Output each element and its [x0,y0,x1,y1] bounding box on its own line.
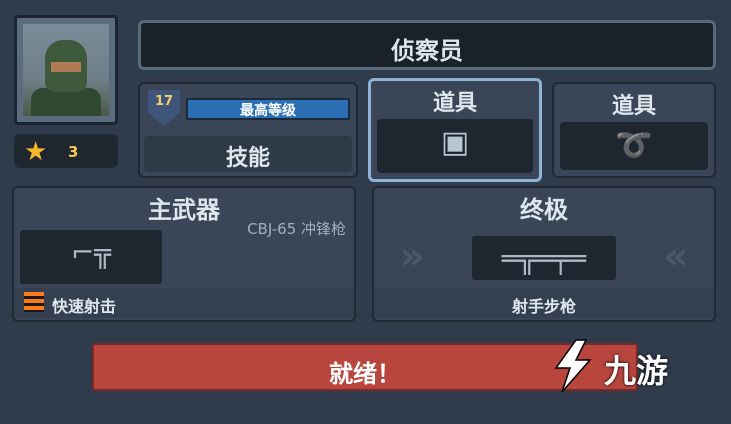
primary-weapon-panel[interactable]: 主武器 CBJ-65 冲锋枪 ⌐╦ 快速射击 [12,186,356,322]
item-slot-2[interactable]: 道具 ➰ [552,82,716,178]
ultimate-weapon-footer: 射手步枪 [374,288,714,318]
item-2-title: 道具 [611,94,656,119]
ultimate-title: 终极 [520,196,568,224]
skill-button[interactable]: 技能 [144,136,352,172]
gadget-icon: ▣ [440,125,470,160]
avatar-body [31,88,101,116]
primary-weapon-name: CBJ-65 冲锋枪 [247,220,346,238]
ultimate-weapon-slot: ═╦═╤═ [472,236,616,280]
item-1-title: 道具 [432,91,477,116]
rope-hook-icon: ➰ [615,128,653,163]
level-number: 17 [154,94,174,109]
rapid-fire-icon [24,292,44,312]
watermark-text: 九游 [604,352,669,390]
level-progress-bar: 最高等级 [186,98,350,120]
star-count: 3 [68,143,79,161]
ultimate-weapon-name: 射手步枪 [511,297,576,316]
level-bar-label: 最高等级 [240,103,296,119]
rifle-icon: ═╦═╤═ [501,242,587,275]
class-title-bar: 侦察员 [138,20,716,70]
watermark-logo-icon [554,339,592,393]
trait-label: 快速射击 [52,297,117,316]
soldier-avatar-icon [23,24,109,116]
avatar-eyes [51,62,81,72]
primary-weapon-trait: 快速射击 [14,288,354,318]
level-panel: 17 最高等级 技能 [138,82,358,178]
smg-icon: ⌐╦ [70,236,112,269]
watermark: 九游 [548,336,708,400]
skill-label: 技能 [225,146,270,171]
chevron-left-icon: « [663,234,688,278]
item-2-slot: ➰ [560,122,708,170]
character-avatar[interactable] [14,15,118,125]
level-shield-icon: 17 [148,90,180,126]
primary-weapon-slot: ⌐╦ [20,230,162,284]
chevron-right-icon: » [400,234,425,278]
star-rank: ★ 3 [14,134,118,168]
loadout-screen: ★ 3 侦察员 17 最高等级 技能 道具 ▣ 道具 ➰ 主武器 CBJ-65 … [0,0,731,424]
ultimate-panel[interactable]: 终极 » ═╦═╤═ « 射手步枪 [372,186,716,322]
item-slot-1[interactable]: 道具 ▣ [368,78,542,182]
class-title: 侦察员 [391,37,463,65]
item-1-slot: ▣ [377,119,533,173]
star-icon: ★ [24,137,48,167]
